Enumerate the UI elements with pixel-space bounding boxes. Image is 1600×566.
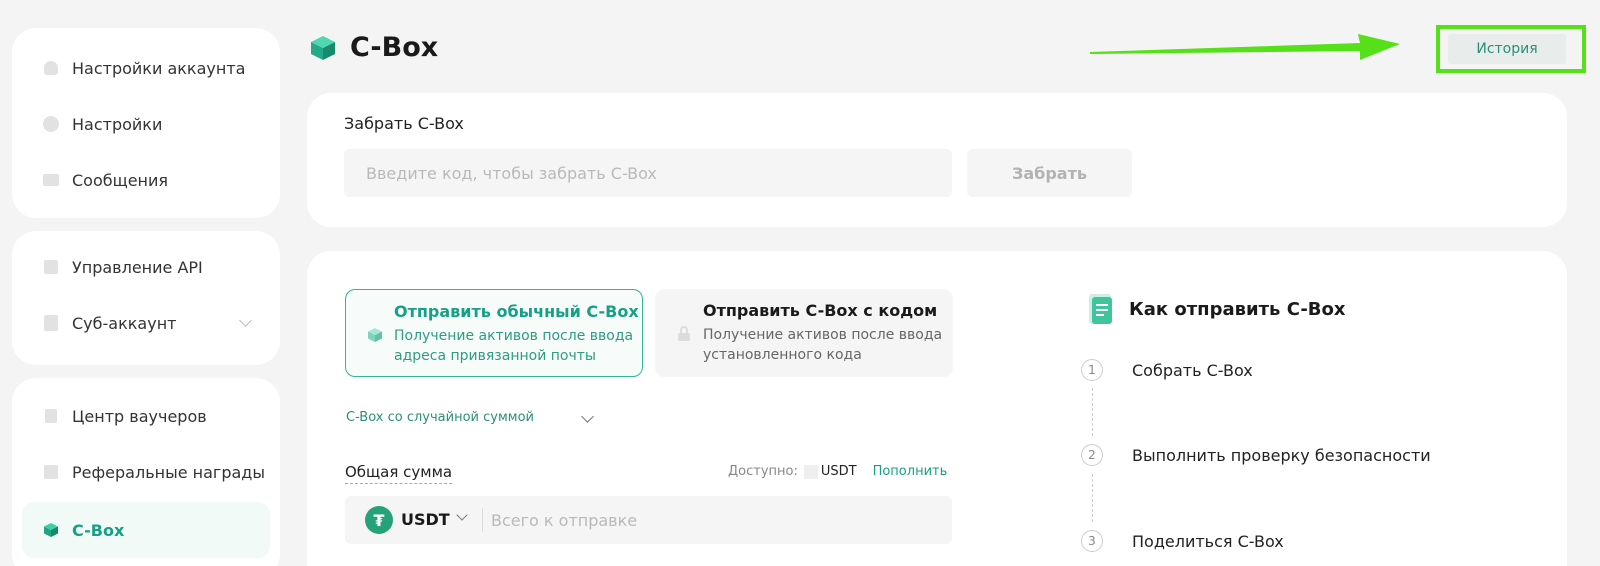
divider: [482, 508, 483, 532]
sidebar-item-label: Суб-аккаунт: [72, 313, 177, 333]
sidebar-item-cbox[interactable]: C-Box: [22, 502, 270, 558]
sidebar-item-api[interactable]: Управление API: [12, 243, 280, 291]
subaccount-icon: [42, 314, 60, 332]
sidebar-item-label: C-Box: [72, 520, 125, 540]
step-number: 3: [1081, 530, 1103, 552]
send-code-option[interactable]: Отправить C-Box с кодом Получение активо…: [655, 289, 953, 377]
sidebar-item-label: Сообщения: [72, 170, 169, 190]
sidebar-item-settings[interactable]: Настройки: [12, 100, 280, 148]
sidebar-item-label: Настройки аккаунта: [72, 58, 246, 78]
sidebar-group-rewards: Центр ваучеров Реферальные награды C-Box: [12, 378, 280, 566]
sidebar-item-label: Управление API: [72, 257, 203, 277]
chevron-down-icon[interactable]: [456, 509, 468, 521]
user-icon: [42, 59, 60, 77]
step-text: Поделиться C-Box: [1132, 532, 1284, 551]
claim-label: Забрать C-Box: [344, 114, 464, 133]
amount-input[interactable]: [491, 496, 931, 544]
lock-code-icon: [678, 326, 690, 341]
page-title-text: C-Box: [350, 32, 439, 63]
step-number: 2: [1081, 444, 1103, 466]
option-description-line: Получение активов после ввода: [703, 327, 943, 343]
sidebar-item-label: Реферальные награды: [72, 462, 265, 482]
sidebar-group-api: Управление API Суб-аккаунт: [12, 231, 280, 365]
currency-icon: [803, 464, 818, 479]
sidebar-group-account: Настройки аккаунта Настройки Сообщения: [12, 28, 280, 218]
claim-button[interactable]: Забрать: [967, 149, 1132, 197]
option-description: Получение активов после ввода установлен…: [703, 325, 953, 365]
sidebar-item-messages[interactable]: Сообщения: [12, 156, 280, 204]
available-label: Доступно:: [728, 464, 798, 479]
cbox-icon: [42, 521, 60, 539]
sidebar-item-label: Настройки: [72, 114, 163, 134]
message-icon: [42, 171, 60, 189]
chevron-down-icon: [239, 314, 252, 327]
cbox-mode-select[interactable]: C-Box со случайной суммой: [346, 410, 534, 425]
sidebar-item-referral[interactable]: Реферальные награды: [12, 448, 280, 496]
sidebar-item-voucher-center[interactable]: Центр ваучеров: [12, 392, 280, 440]
option-title: Отправить C-Box с кодом: [703, 301, 938, 320]
step-connector: [1092, 388, 1093, 436]
page-title: C-Box: [310, 32, 438, 63]
option-description-line: установленного кода: [703, 347, 862, 363]
coin-select[interactable]: USDT: [401, 510, 450, 529]
referral-icon: [42, 463, 60, 481]
step-number: 1: [1081, 359, 1103, 381]
option-description-line: адреса привязанной почты: [394, 348, 596, 364]
available-balance: Доступно: USDT Пополнить: [728, 464, 947, 479]
history-button[interactable]: История: [1448, 34, 1566, 64]
deposit-link[interactable]: Пополнить: [873, 464, 948, 479]
annotation-arrow-icon: [1090, 34, 1400, 60]
option-title: Отправить обычный C-Box: [394, 302, 639, 321]
sidebar-item-subaccount[interactable]: Суб-аккаунт: [12, 299, 280, 347]
amount-field: ₮ USDT: [345, 496, 952, 544]
option-description-line: Получение активов после ввода: [394, 328, 634, 344]
document-icon: [1089, 294, 1112, 324]
box-icon: [368, 328, 382, 342]
sidebar-item-label: Центр ваучеров: [72, 406, 207, 426]
available-currency: USDT: [820, 464, 857, 479]
step-text: Выполнить проверку безопасности: [1132, 446, 1431, 465]
howto-title: Как отправить C-Box: [1087, 292, 1345, 326]
step-connector: [1092, 474, 1093, 522]
api-icon: [42, 258, 60, 276]
send-regular-option[interactable]: Отправить обычный C-Box Получение активо…: [345, 289, 643, 377]
voucher-icon: [42, 407, 60, 425]
howto-title-text: Как отправить C-Box: [1129, 298, 1346, 320]
total-amount-label: Общая сумма: [345, 463, 453, 484]
option-description: Получение активов после ввода адреса при…: [394, 326, 642, 366]
step-text: Собрать C-Box: [1132, 361, 1253, 380]
tether-icon: ₮: [365, 506, 393, 534]
cbox-logo-icon: [311, 35, 335, 60]
sidebar-item-account-settings[interactable]: Настройки аккаунта: [12, 44, 280, 92]
claim-code-input[interactable]: [344, 149, 952, 197]
pie-icon: [42, 115, 60, 133]
